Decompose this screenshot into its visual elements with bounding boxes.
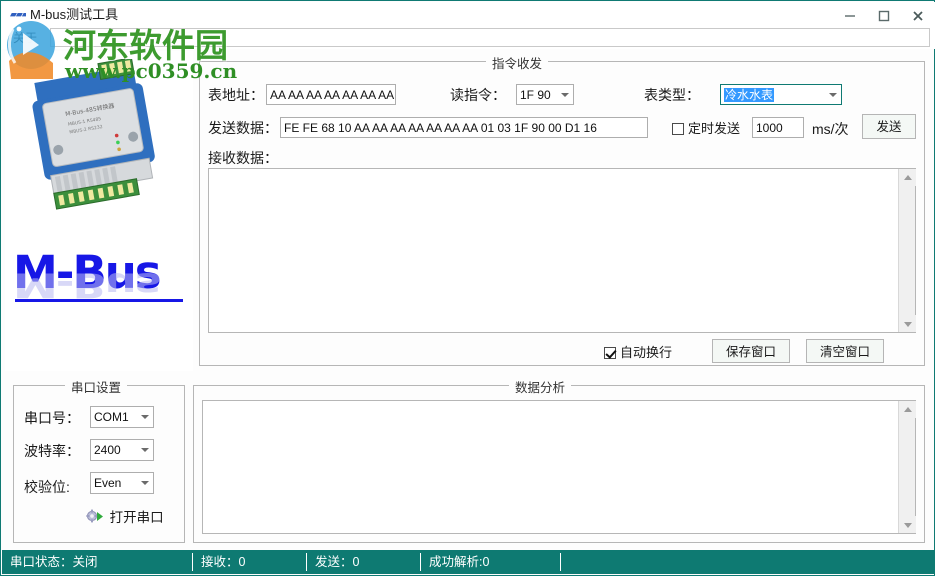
close-button[interactable] xyxy=(901,3,935,27)
title-bar: ▰▰▰ M-bus测试工具 xyxy=(2,2,935,27)
menu-bar: 关于 xyxy=(2,27,935,49)
checkbox-box xyxy=(604,347,616,359)
data-analysis-group: 数据分析 xyxy=(193,385,925,543)
command-group-title: 指令收发 xyxy=(486,53,548,72)
send-button[interactable]: 发送 xyxy=(862,114,916,139)
auto-wrap-label: 自动换行 xyxy=(620,345,672,360)
meter-address-input[interactable]: AA AA AA AA AA AA AA xyxy=(266,84,396,105)
chevron-down-icon xyxy=(141,481,149,485)
port-select[interactable]: COM1 xyxy=(90,406,154,428)
status-port: 串口状态：关闭 xyxy=(2,550,192,574)
receive-data-textarea[interactable] xyxy=(208,168,916,333)
send-data-input[interactable]: FE FE 68 10 AA AA AA AA AA AA AA 01 03 1… xyxy=(280,117,648,138)
maximize-button[interactable] xyxy=(867,3,901,27)
analysis-textarea[interactable] xyxy=(202,400,916,534)
read-command-select[interactable]: 1F 90 xyxy=(516,84,574,105)
app-window: ▰▰▰ M-bus测试工具 关于 xyxy=(0,0,935,576)
status-sent: 发送：0 xyxy=(307,550,420,574)
menu-strip-area xyxy=(50,28,930,47)
open-port-label: 打开串口 xyxy=(110,510,164,525)
status-bar: 串口状态：关闭 接收：0 发送：0 成功解析:0 xyxy=(2,550,935,574)
mbus-logo-reflection: M-Bus xyxy=(13,272,185,302)
analysis-content[interactable] xyxy=(203,401,898,533)
product-photo: M-Bus-485转换器 MBUS-1 RS485 MBUS-2 RS232 xyxy=(21,59,173,219)
maximize-icon xyxy=(878,10,890,22)
command-group: 指令收发 表地址： AA AA AA AA AA AA AA 读指令： 1F 9… xyxy=(199,61,925,366)
timer-send-checkbox[interactable]: 定时发送 xyxy=(672,121,740,137)
meter-type-label: 表类型： xyxy=(644,86,700,104)
meter-address-label: 表地址： xyxy=(208,86,264,104)
mbus-logo: M-Bus M-Bus xyxy=(13,247,185,339)
read-command-label: 读指令： xyxy=(450,86,506,104)
chevron-down-icon xyxy=(829,93,837,97)
status-separator xyxy=(560,553,561,571)
scroll-up-icon[interactable] xyxy=(899,169,916,186)
save-window-button[interactable]: 保存窗口 xyxy=(712,339,790,363)
interval-input[interactable]: 1000 xyxy=(752,117,804,138)
menu-item-about[interactable]: 关于 xyxy=(8,29,42,47)
receive-data-scrollbar[interactable] xyxy=(898,169,915,332)
baud-label: 波特率： xyxy=(24,442,80,460)
receive-data-label: 接收数据： xyxy=(208,149,278,167)
chevron-down-icon xyxy=(141,415,149,419)
left-illustration-panel: M-Bus-485转换器 MBUS-1 RS485 MBUS-2 RS232 xyxy=(5,51,193,371)
read-command-value: 1F 90 xyxy=(520,88,551,102)
timer-send-label: 定时发送 xyxy=(688,121,740,136)
scroll-down-icon[interactable] xyxy=(899,315,916,332)
auto-wrap-checkbox[interactable]: 自动换行 xyxy=(604,345,672,361)
chevron-down-icon xyxy=(561,93,569,97)
scroll-down-icon[interactable] xyxy=(899,516,916,533)
clear-window-button[interactable]: 清空窗口 xyxy=(806,339,884,363)
parity-value: Even xyxy=(94,476,121,490)
port-value: COM1 xyxy=(94,410,129,424)
minimize-button[interactable] xyxy=(833,3,867,27)
gear-play-icon xyxy=(86,509,104,525)
interval-unit-label: ms/次 xyxy=(812,120,849,138)
parity-select[interactable]: Even xyxy=(90,472,154,494)
receive-data-content[interactable] xyxy=(209,169,898,332)
window-title: M-bus测试工具 xyxy=(30,6,118,24)
baud-value: 2400 xyxy=(94,443,121,457)
send-data-label: 发送数据： xyxy=(208,119,278,137)
status-received: 接收：0 xyxy=(193,550,306,574)
analysis-group-title: 数据分析 xyxy=(509,377,571,396)
minimize-icon xyxy=(844,10,856,22)
app-icon: ▰▰▰ xyxy=(10,8,26,20)
meter-type-value: 冷水水表 xyxy=(724,88,774,102)
baud-select[interactable]: 2400 xyxy=(90,439,154,461)
open-port-button[interactable]: 打开串口 xyxy=(86,506,164,526)
port-label: 串口号： xyxy=(24,409,80,427)
status-parsed: 成功解析:0 xyxy=(421,550,560,574)
parity-label: 校验位: xyxy=(24,478,70,496)
serial-settings-group: 串口设置 串口号： COM1 波特率： 2400 校验位: Even xyxy=(13,385,185,543)
analysis-scrollbar[interactable] xyxy=(898,401,915,533)
chevron-down-icon xyxy=(141,448,149,452)
meter-type-select[interactable]: 冷水水表 xyxy=(720,84,842,105)
serial-group-title: 串口设置 xyxy=(65,377,127,396)
checkbox-box xyxy=(672,123,684,135)
scroll-up-icon[interactable] xyxy=(899,401,916,418)
close-icon xyxy=(912,10,924,22)
